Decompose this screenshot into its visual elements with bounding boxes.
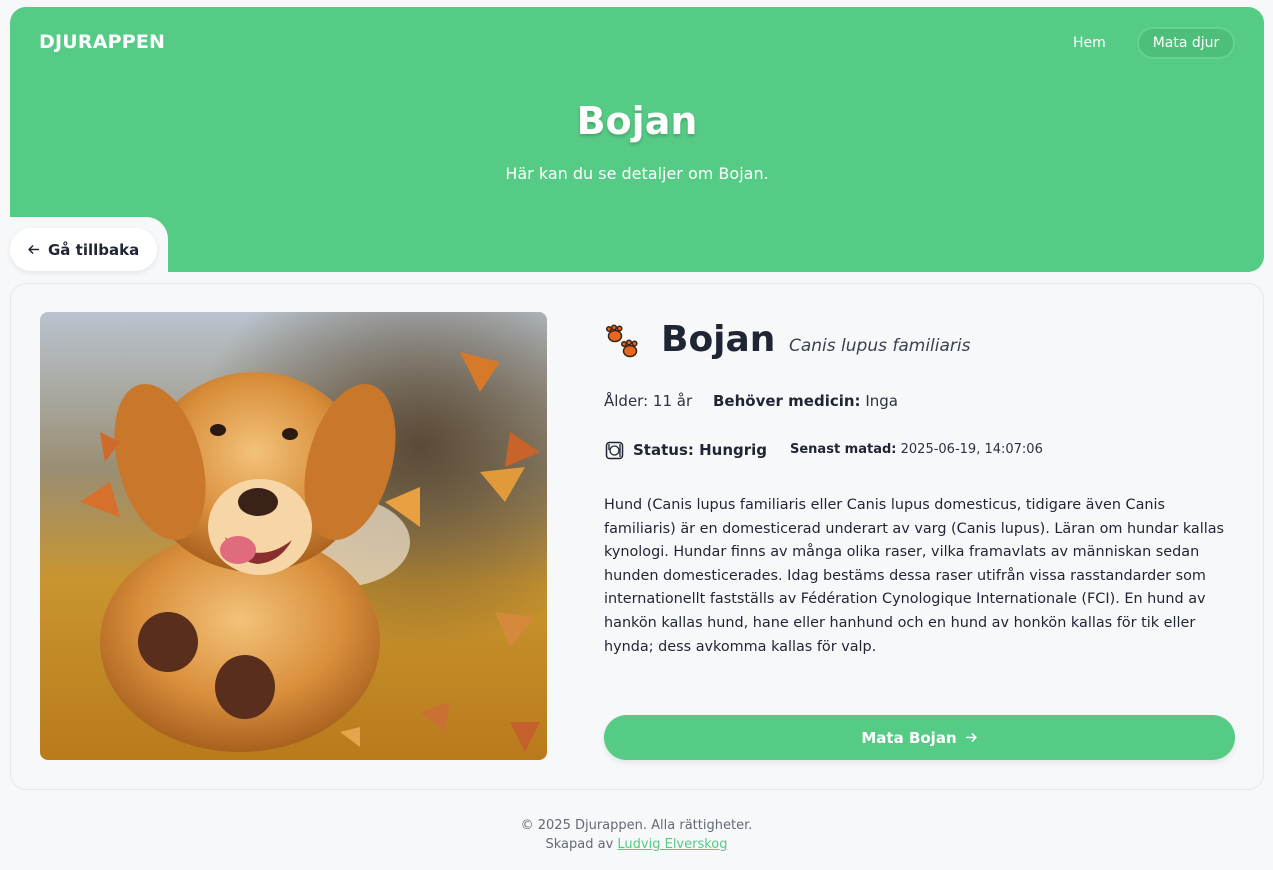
back-button[interactable]: Gå tillbaka xyxy=(10,228,157,271)
animal-age: Ålder: 11 år xyxy=(604,392,693,410)
arrow-right-icon xyxy=(965,733,977,742)
hunger-status: Status: Hungrig xyxy=(633,441,768,459)
last-fed: Senast matad: 2025-06-19, 14:07:06 xyxy=(790,442,1043,457)
nav-home-link[interactable]: Hem xyxy=(1073,35,1106,51)
last-fed-label: Senast matad: xyxy=(790,442,897,457)
app-logo[interactable]: DJURAPPEN xyxy=(39,31,165,53)
copyright-text: © 2025 Djurappen. Alla rättigheter. xyxy=(520,818,753,833)
dog-photo-icon xyxy=(40,312,547,760)
paw-icon xyxy=(605,324,638,358)
page-subtitle: Här kan du se detaljer om Bojan. xyxy=(505,164,769,183)
page-title: Bojan xyxy=(576,99,698,143)
credit-label: Skapad av xyxy=(545,837,614,852)
page-footer: © 2025 Djurappen. Alla rättigheter. Skap… xyxy=(0,816,1273,854)
medicine-info: Behöver medicin: Inga xyxy=(713,392,898,410)
plate-icon xyxy=(605,441,624,460)
animal-card: Bojan Canis lupus familiaris Ålder: 11 å… xyxy=(10,283,1264,790)
nav-feed-button[interactable]: Mata djur xyxy=(1137,27,1235,59)
animal-photo xyxy=(40,312,547,760)
animal-description: Hund (Canis lupus familiaris eller Canis… xyxy=(604,497,1225,655)
feed-animal-button[interactable]: Mata Bojan xyxy=(604,715,1235,760)
feed-button-label: Mata Bojan xyxy=(861,728,957,747)
scientific-name: Canis lupus familiaris xyxy=(789,336,971,356)
back-button-label: Gå tillbaka xyxy=(48,240,140,259)
medicine-label: Behöver medicin: xyxy=(713,392,861,410)
last-fed-value: 2025-06-19, 14:07:06 xyxy=(900,442,1043,457)
hero-header: DJURAPPEN Hem Mata djur Bojan Här kan du… xyxy=(10,7,1264,272)
author-link[interactable]: Ludvig Elverskog xyxy=(617,837,727,852)
medicine-value: Inga xyxy=(865,392,898,410)
animal-name: Bojan xyxy=(661,319,776,360)
arrow-left-icon xyxy=(28,245,40,254)
animal-info: Bojan Canis lupus familiaris Ålder: 11 å… xyxy=(604,284,1236,789)
credit-line: Skapad av Ludvig Elverskog xyxy=(0,835,1273,854)
